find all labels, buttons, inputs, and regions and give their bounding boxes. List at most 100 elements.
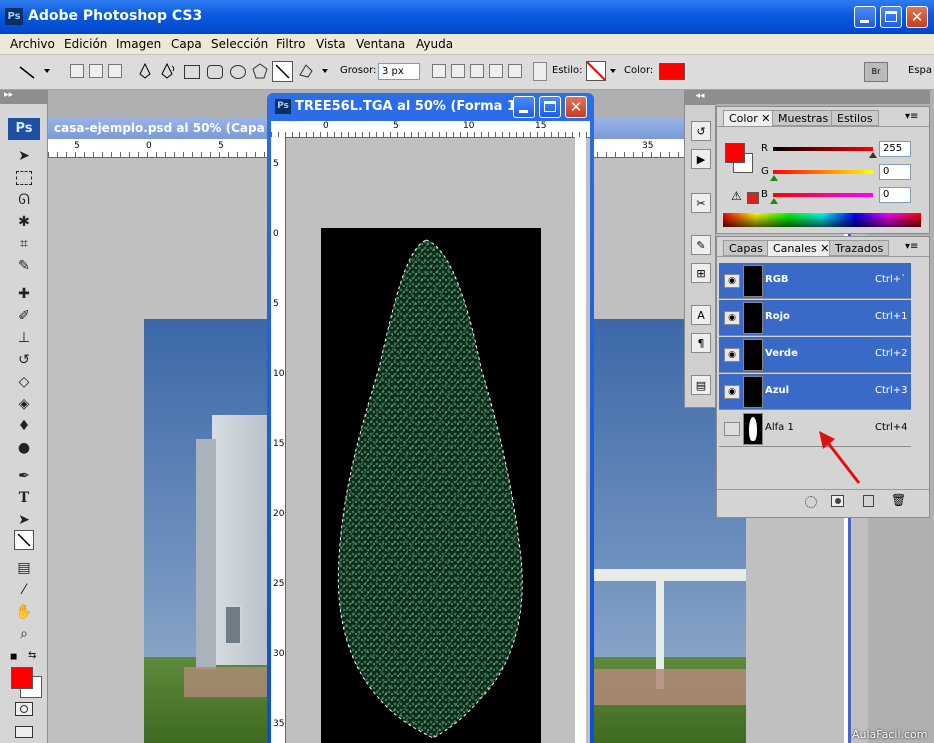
polygon-tool-icon[interactable] — [252, 63, 268, 79]
freeform-pen-icon[interactable] — [160, 63, 176, 79]
move-tool-icon[interactable]: ➤ — [14, 146, 34, 166]
eyedropper-icon[interactable]: ⁄ — [14, 580, 34, 600]
dodge-tool-icon[interactable]: ● — [14, 438, 34, 458]
menu-ayuda[interactable]: Ayuda — [416, 37, 453, 51]
color-ramp[interactable] — [723, 213, 921, 227]
new-channel-icon[interactable] — [863, 495, 874, 507]
type-tool-icon[interactable]: T — [14, 488, 34, 508]
healing-brush-icon[interactable]: ✚ — [14, 284, 34, 304]
exclude-shape-icon[interactable] — [508, 64, 522, 78]
menu-imagen[interactable]: Imagen — [116, 37, 161, 51]
line-tool-option-button[interactable] — [272, 61, 293, 82]
link-style-icon[interactable] — [533, 62, 547, 81]
menu-vista[interactable]: Vista — [316, 37, 346, 51]
visibility-eye-icon[interactable]: ◉ — [724, 348, 740, 362]
tool-presets-icon[interactable]: ✎ — [691, 235, 711, 255]
front-document-window[interactable]: Ps TREE56L.TGA al 50% (Forma 1... ✕ 0 5 … — [267, 93, 594, 743]
menu-ventana[interactable]: Ventana — [356, 37, 405, 51]
b-value-input[interactable]: 0 — [879, 187, 911, 203]
new-shape-layer-icon[interactable] — [432, 64, 446, 78]
clone-source-icon[interactable]: ⊞ — [691, 263, 711, 283]
g-slider[interactable] — [773, 170, 873, 174]
actions-panel-icon[interactable]: ▶ — [691, 149, 711, 169]
pen-tool-icon[interactable]: ✒ — [14, 466, 34, 486]
paragraph-panel-icon[interactable]: ¶ — [691, 333, 711, 353]
pen-icon[interactable] — [138, 63, 152, 79]
toolbox-ps-icon[interactable]: Ps — [8, 118, 40, 140]
tab-capas[interactable]: Capas — [723, 240, 769, 256]
slice-tool-icon[interactable]: ✎ — [14, 256, 34, 276]
g-value-input[interactable]: 0 — [879, 164, 911, 180]
magic-wand-icon[interactable]: ✱ — [14, 212, 34, 232]
channel-row-azul[interactable]: ◉ Azul Ctrl+3 — [719, 374, 911, 410]
intersect-shape-icon[interactable] — [489, 64, 503, 78]
geometry-options-icon[interactable] — [322, 69, 328, 73]
rectangle-tool-icon[interactable] — [184, 65, 200, 79]
clone-stamp-icon[interactable]: ⊥ — [14, 328, 34, 348]
gamut-warning-icon[interactable]: ⚠ — [731, 189, 742, 203]
r-value-input[interactable]: 255 — [879, 141, 911, 157]
custom-shape-icon[interactable] — [298, 63, 316, 79]
panel-column-grip[interactable] — [716, 90, 930, 104]
r-slider[interactable] — [773, 147, 873, 151]
maximize-button[interactable] — [880, 6, 902, 28]
quick-mask-icon[interactable] — [15, 702, 33, 716]
menu-edicion[interactable]: Edición — [64, 37, 107, 51]
path-selection-icon[interactable]: ➤ — [14, 510, 34, 530]
swap-colors-icon[interactable]: ⇆ — [28, 650, 36, 661]
bridge-icon[interactable]: Br — [864, 62, 888, 82]
brushes-panel-icon[interactable]: ✂ — [691, 193, 711, 213]
layer-comps-icon[interactable]: ▤ — [691, 375, 711, 395]
marquee-tool-icon[interactable] — [14, 168, 34, 188]
shape-layers-icon[interactable] — [70, 64, 84, 78]
minimize-button[interactable] — [854, 6, 876, 28]
channel-row-rgb[interactable]: ◉ RGB Ctrl+` — [719, 263, 911, 299]
color-panel-menu-icon[interactable]: ▾≡ — [905, 111, 918, 122]
dock-grip[interactable]: ◂◂ — [685, 91, 715, 105]
character-panel-icon[interactable]: A — [691, 305, 711, 325]
menu-capa[interactable]: Capa — [171, 37, 202, 51]
color-swatch[interactable] — [659, 63, 685, 80]
paint-bucket-icon[interactable]: ◈ — [14, 394, 34, 414]
line-tool-preset-icon[interactable] — [18, 64, 38, 80]
close-button[interactable]: ✕ — [906, 6, 928, 28]
zoom-tool-icon[interactable]: ⌕ — [14, 624, 34, 644]
channels-menu-icon[interactable]: ▾≡ — [905, 241, 918, 252]
tab-color[interactable]: Color ✕ — [723, 110, 777, 126]
visibility-eye-icon[interactable]: ◉ — [724, 311, 740, 325]
delete-channel-icon[interactable]: 🗑 — [891, 493, 906, 507]
ellipse-tool-icon[interactable] — [230, 65, 246, 79]
history-panel-icon[interactable]: ↺ — [691, 121, 711, 141]
lasso-tool-icon[interactable]: ᘏ — [14, 190, 34, 210]
brush-tool-icon[interactable]: ✐ — [14, 306, 34, 326]
blur-tool-icon[interactable]: ♦ — [14, 416, 34, 436]
toolbox-grip[interactable]: ▸▸ — [0, 90, 47, 104]
b-slider[interactable] — [773, 193, 873, 197]
visibility-eye-icon[interactable]: ◉ — [724, 274, 740, 288]
visibility-eye-icon[interactable]: ◉ — [724, 385, 740, 399]
color-fg-swatch[interactable] — [725, 143, 745, 163]
crop-tool-icon[interactable]: ⌗ — [14, 234, 34, 254]
save-selection-icon[interactable] — [831, 495, 844, 507]
tab-canales[interactable]: Canales ✕ — [767, 240, 836, 256]
grosor-input[interactable]: 3 px — [378, 63, 420, 80]
notes-tool-icon[interactable]: ▤ — [14, 558, 34, 578]
foreground-color-swatch[interactable] — [11, 667, 33, 689]
rounded-rectangle-icon[interactable] — [207, 65, 223, 79]
r-slider-thumb[interactable] — [869, 152, 877, 158]
menu-seleccion[interactable]: Selección — [211, 37, 268, 51]
visibility-toggle[interactable] — [724, 422, 740, 436]
eraser-tool-icon[interactable]: ◇ — [14, 372, 34, 392]
gamut-color-swatch[interactable] — [747, 192, 759, 204]
tab-trazados[interactable]: Trazados — [829, 240, 890, 256]
front-document-title-bar[interactable]: Ps TREE56L.TGA al 50% (Forma 1... ✕ — [267, 95, 594, 118]
subtract-shape-icon[interactable] — [470, 64, 484, 78]
b-slider-thumb[interactable] — [770, 198, 778, 204]
g-slider-thumb[interactable] — [770, 175, 778, 181]
menu-archivo[interactable]: Archivo — [10, 37, 55, 51]
line-tool-icon[interactable] — [14, 530, 34, 550]
tab-muestras[interactable]: Muestras — [772, 110, 835, 126]
default-colors-icon[interactable]: ◼ — [10, 652, 17, 662]
doc-minimize-button[interactable] — [513, 96, 535, 118]
style-swatch[interactable] — [586, 61, 606, 81]
